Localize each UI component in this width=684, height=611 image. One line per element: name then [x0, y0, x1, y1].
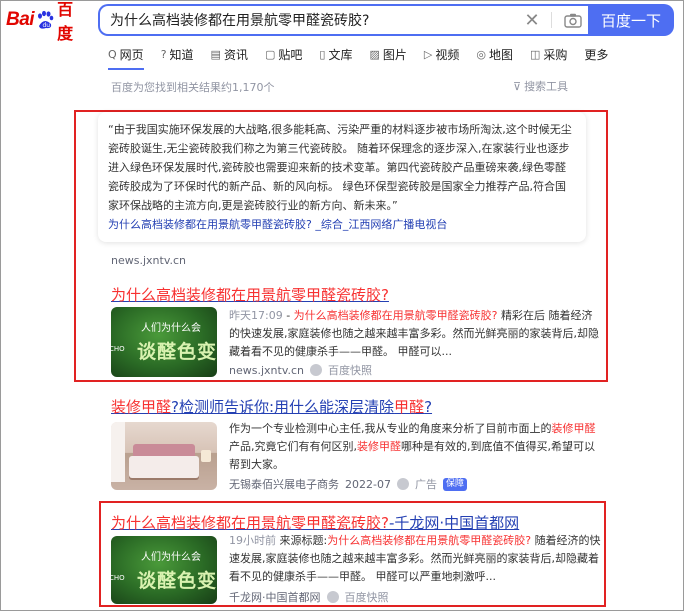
result-site[interactable]: 千龙网·中国首都网 [229, 589, 321, 605]
tab-more[interactable]: 更多 [584, 44, 608, 64]
paw-icon: du [35, 10, 55, 30]
map-icon: ◎ [476, 47, 486, 61]
snippet-highlight: 装修甲醛 [551, 422, 596, 435]
ad-title-link[interactable]: 装修甲醛?检测师告诉你:用什么能深层清除甲醛? [111, 396, 432, 417]
baidu-logo[interactable]: Bai du 百度 [6, 0, 88, 43]
guarantee-badge[interactable]: 保障 [442, 477, 467, 491]
result-snippet: 昨天17:09 - 为什么高档装修都在用景航零甲醛瓷砖胶? 精彩在后 随着经济的… [229, 309, 599, 358]
result-meta: news.jxntv.cn 百度快照 [229, 362, 372, 378]
quote-text: “由于我国实施环保发展的大战略,很多能耗高、污染严重的材料逐步被市场所淘汰,这个… [108, 123, 572, 212]
title-highlight: 甲醛 [394, 398, 425, 416]
result-site[interactable]: news.jxntv.cn [229, 364, 304, 377]
result-title-link[interactable]: 为什么高档装修都在用景航零甲醛瓷砖胶? [111, 284, 389, 305]
tab-zhidao[interactable]: ? 知道 [161, 44, 194, 64]
search-tools[interactable]: ⊽ 搜索工具 [513, 78, 568, 94]
tab-web[interactable]: Q 网页 [108, 44, 144, 70]
quote-source-link[interactable]: 为什么高档装修都在用景航零甲醛瓷砖胶? _综合_江西网络广播电视台 [108, 215, 576, 234]
result-meta: 千龙网·中国首都网 百度快照 [229, 589, 389, 605]
tab-wenku[interactable]: ▯ 文库 [319, 44, 352, 64]
site-icon [396, 478, 409, 490]
image-icon: ▨ [369, 47, 380, 61]
ad-meta: 无锡泰佰兴展电子商务 2022-07 广告 保障 [229, 476, 467, 492]
quote-source-domain: news.jxntv.cn [111, 254, 186, 267]
tab-label: 采购 [543, 47, 568, 62]
tab-purchase[interactable]: ◫ 采购 [530, 44, 567, 64]
tab-video[interactable]: ▷ 视频 [424, 44, 459, 64]
result-count: 百度为您找到相关结果约1,170个 [111, 81, 275, 94]
search-box[interactable]: 为什么高档装修都在用景航零甲醛瓷砖胶? ✕ [98, 4, 588, 36]
quote-card[interactable]: “由于我国实施环保发展的大战略,很多能耗高、污染严重的材料逐步被市场所淘汰,这个… [98, 112, 586, 242]
tab-label: 知道 [169, 47, 194, 62]
thumb-headline: 谈醛色变 [137, 570, 217, 592]
clear-icon[interactable]: ✕ [519, 10, 545, 31]
thumb-headline: 谈醛色变 [137, 341, 217, 363]
thumb-lamp [201, 450, 211, 462]
logo-text-bai: Bai [6, 9, 35, 30]
search-input[interactable]: 为什么高档装修都在用景航零甲醛瓷砖胶? [100, 10, 519, 30]
snapshot-link[interactable]: 百度快照 [345, 589, 389, 605]
title-highlight: 装修甲醛 [111, 398, 172, 416]
tab-tieba[interactable]: ▢ 贴吧 [265, 44, 302, 64]
snippet-highlight: 为什么高档装修都在用景航零甲醛瓷砖胶? [327, 534, 532, 547]
result-snippet: 19小时前 来源标题:为什么高档装修都在用景航零甲醛瓷砖胶? 随着经济的快速发展… [229, 532, 601, 586]
thumb-caption: 人们为什么会 [141, 323, 201, 334]
ad-thumbnail[interactable] [111, 422, 217, 490]
tab-label: 文库 [328, 47, 353, 62]
question-icon: ? [160, 47, 167, 61]
ad-label: 广告 [414, 478, 437, 491]
tab-map[interactable]: ◎ 地图 [476, 44, 513, 64]
search-tools-label: 搜索工具 [524, 80, 569, 93]
snippet-text: 产品,究竟它们有有何区别, [229, 440, 357, 453]
tab-label: 更多 [584, 47, 609, 62]
logo-text-baidu: 百度 [57, 0, 74, 43]
svg-text:du: du [43, 22, 51, 29]
camera-icon[interactable] [558, 13, 588, 28]
title-text: -千龙网·中国首都网 [388, 514, 520, 532]
search-button[interactable]: 百度一下 [588, 4, 674, 36]
video-icon: ▷ [423, 47, 433, 61]
tab-label: 地图 [488, 47, 513, 62]
snapshot-link[interactable]: 百度快照 [328, 362, 372, 378]
title-text: ?检测师告诉你:用什么能深层清除 [171, 398, 395, 416]
tab-images[interactable]: ▨ 图片 [369, 44, 406, 64]
search-icon: Q [108, 47, 117, 61]
filter-icon: ⊽ [513, 79, 522, 93]
search-tabs: Q 网页 ? 知道 ▤ 资讯 ▢ 贴吧 ▯ 文库 ▨ 图片 ▷ 视频 ◎ 地图 ◫ 采购 更多 [108, 44, 608, 70]
result-title-link[interactable]: 为什么高档装修都在用景航零甲醛瓷砖胶?-千龙网·中国首都网 [111, 512, 519, 533]
ad-source[interactable]: 无锡泰佰兴展电子商务 [229, 476, 339, 492]
shop-icon: ◫ [530, 47, 541, 61]
result-thumbnail[interactable]: 人们为什么会 谈醛色变 CHO [111, 536, 217, 604]
result-date: 昨天17:09 [229, 309, 283, 322]
ad-date: 2022-07 [345, 477, 391, 491]
result-date: 19小时前 [229, 534, 276, 547]
news-icon: ▤ [210, 47, 221, 61]
result-thumbnail[interactable]: 人们为什么会 谈醛色变 CHO [111, 307, 217, 377]
tab-label: 资讯 [223, 47, 248, 62]
document-icon: ▯ [319, 47, 326, 61]
thumb-bed [129, 456, 199, 478]
tab-label: 图片 [382, 47, 407, 62]
tieba-icon: ▢ [264, 47, 276, 61]
site-icon [326, 591, 339, 603]
tab-label: 视频 [435, 47, 460, 62]
thumb-caption: 人们为什么会 [141, 552, 201, 563]
snippet-text: 作为一个专业检测中心主任,我从专业的角度来分析了目前市面上的 [229, 422, 552, 435]
thumb-formula: CHO [111, 345, 125, 353]
site-icon [310, 364, 322, 376]
title-highlight: 为什么高档装修都在用景航零甲醛瓷砖胶? [111, 286, 389, 304]
title-highlight: 为什么高档装修都在用景航零甲醛瓷砖胶? [111, 514, 389, 532]
thumb-formula: CHO [111, 574, 125, 582]
divider [551, 12, 552, 28]
tab-label: 贴吧 [278, 47, 303, 62]
tab-label: 网页 [119, 47, 144, 62]
thumb-window [111, 422, 125, 482]
snippet-highlight: 装修甲醛 [357, 440, 401, 453]
ad-snippet: 作为一个专业检测中心主任,我从专业的角度来分析了目前市面上的装修甲醛产品,究竟它… [229, 420, 599, 474]
tab-news[interactable]: ▤ 资讯 [211, 44, 248, 64]
snippet-highlight: 为什么高档装修都在用景航零甲醛瓷砖胶? [293, 309, 498, 322]
snippet-label: 来源标题: [279, 534, 328, 547]
title-text: ? [424, 398, 433, 416]
